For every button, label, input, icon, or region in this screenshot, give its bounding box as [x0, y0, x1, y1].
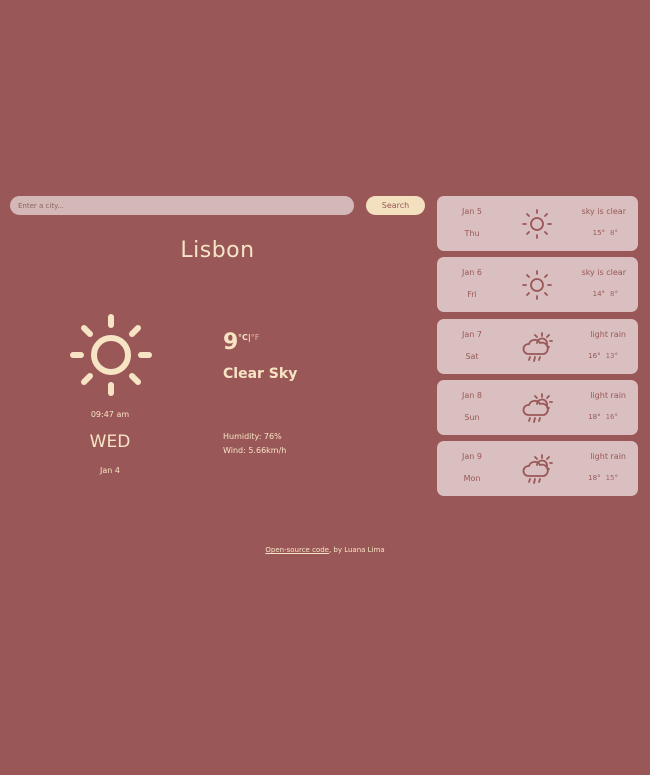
current-time: 09:47 am — [90, 410, 130, 419]
current-temperature: 9 — [223, 330, 239, 355]
forecast-temps: 18° 15° — [588, 474, 618, 482]
forecast-date: Jan 8 — [462, 391, 482, 400]
sun-rain-icon — [522, 332, 553, 362]
sun-rain-icon — [522, 393, 553, 423]
forecast-day: Sat — [465, 352, 479, 361]
unit-toggle: °C|°F — [238, 333, 259, 342]
search-button[interactable]: Search — [366, 196, 425, 215]
forecast-min: 15° — [605, 474, 618, 482]
fahrenheit-link[interactable]: °F — [251, 333, 260, 342]
forecast-max: 18° — [588, 474, 601, 482]
current-day: WED — [89, 432, 131, 452]
current-date: Jan 4 — [100, 466, 120, 475]
forecast-max: 15° — [592, 229, 606, 237]
forecast-min: 8° — [610, 290, 618, 298]
humidity: Humidity: 76% — [223, 432, 282, 441]
forecast-description: light rain — [590, 452, 626, 461]
forecast-max: 16° — [588, 352, 601, 360]
forecast-min: 8° — [610, 229, 618, 237]
forecast-temps: 14° 8° — [593, 290, 618, 298]
forecast-temps: 18° 16° — [588, 413, 618, 421]
wind: Wind: 5.66km/h — [223, 446, 287, 455]
forecast-day: Sun — [464, 413, 480, 422]
city-name: Lisbon — [180, 238, 255, 263]
forecast-card: Jan 7 Sat light rain 16° 13° — [437, 319, 638, 374]
forecast-card: Jan 6 Fri sky is clear 14° 8° — [437, 257, 638, 312]
sun-icon — [522, 270, 552, 300]
forecast-max: 18° — [588, 413, 601, 421]
forecast-description: light rain — [590, 391, 626, 400]
sun-rain-icon — [522, 454, 553, 484]
forecast-description: sky is clear — [581, 207, 626, 216]
forecast-card: Jan 5 Thu sky is clear 15° 8° — [437, 196, 638, 251]
forecast-min: 13° — [605, 352, 618, 360]
forecast-temps: 16° 13° — [588, 352, 618, 360]
forecast-max: 14° — [592, 290, 606, 298]
weather-description: Clear Sky — [223, 366, 298, 382]
forecast-card: Jan 9 Mon light rain 18° 15° — [437, 441, 638, 496]
forecast-date: Jan 6 — [462, 268, 482, 277]
forecast-description: light rain — [590, 330, 626, 339]
forecast-date: Jan 9 — [462, 452, 482, 461]
search-input[interactable] — [10, 196, 354, 215]
forecast-day: Fri — [467, 290, 477, 299]
footer: Open-source code, by Luana Lima — [0, 546, 650, 554]
source-code-link[interactable]: Open-source code — [265, 546, 329, 554]
forecast-day: Mon — [463, 474, 481, 483]
forecast-date: Jan 7 — [462, 330, 482, 339]
sun-icon — [70, 314, 152, 396]
forecast-min: 16° — [605, 413, 618, 421]
forecast-date: Jan 5 — [462, 207, 482, 216]
forecast-day: Thu — [464, 229, 480, 238]
celsius-link[interactable]: °C — [238, 333, 248, 342]
forecast-card: Jan 8 Sun light rain 18° 16° — [437, 380, 638, 435]
footer-credit: , by Luana Lima — [328, 546, 385, 554]
forecast-description: sky is clear — [581, 268, 626, 277]
sun-icon — [522, 209, 552, 239]
forecast-temps: 15° 8° — [593, 229, 618, 237]
